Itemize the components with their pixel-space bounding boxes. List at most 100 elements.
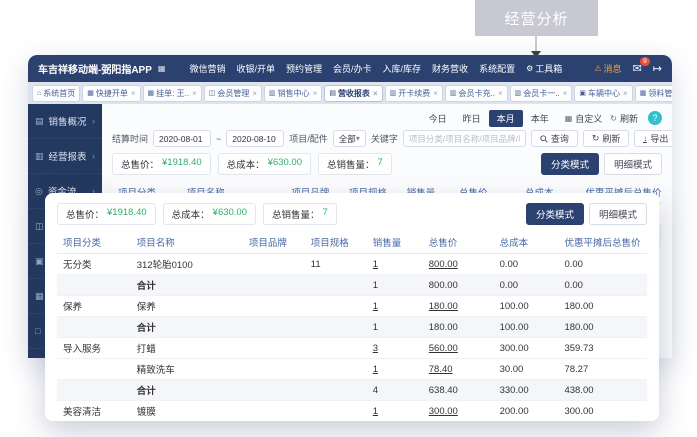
close-icon[interactable]: × <box>563 89 568 98</box>
quantity-link[interactable]: 1 <box>373 301 378 312</box>
tab-6[interactable]: ▤营收报表× <box>324 85 382 102</box>
table-cell <box>305 380 367 401</box>
logout-button[interactable]: ↦ <box>653 62 662 75</box>
tab-11[interactable]: ▦领料管理× <box>635 85 672 102</box>
close-icon[interactable]: × <box>498 89 503 98</box>
nav-item-label: 会员/办卡 <box>333 62 372 75</box>
table-cell: 无分类 <box>57 254 131 275</box>
custom-date-label: 自定义 <box>575 112 602 125</box>
table-cell <box>243 338 305 359</box>
total-cost-label: 总成本： <box>227 157 265 171</box>
price-link[interactable]: 78.40 <box>429 364 453 375</box>
keyword-input[interactable] <box>403 130 526 147</box>
table-cell: 359.73 <box>558 338 647 359</box>
sidebar-item-2[interactable]: ▥经营报表› <box>28 139 102 174</box>
quantity-link[interactable]: 1 <box>373 364 378 375</box>
quantity-link[interactable]: 1 <box>373 406 378 417</box>
detail-mode-button[interactable]: 明细模式 <box>604 153 662 175</box>
tab-2[interactable]: ▦快捷开单× <box>82 85 140 102</box>
date-from-input[interactable] <box>153 130 211 147</box>
tab-label: 营收报表 <box>338 88 370 99</box>
help-icon[interactable]: ? <box>648 111 662 125</box>
date-to-input[interactable] <box>226 130 284 147</box>
preset-昨日[interactable]: 昨日 <box>455 110 489 127</box>
callout-tag: 经营分析 <box>475 0 598 36</box>
close-icon[interactable]: × <box>252 89 257 98</box>
report-card: 总售价： ¥1918.40 总成本： ¥630.00 总销售量： 7 分类模式 … <box>45 193 659 421</box>
card-list-icon: ▥ <box>515 89 522 97</box>
subtotal-row: 合计4638.40330.00438.00 <box>57 380 647 401</box>
table-cell: 312轮胎0100 <box>131 254 243 275</box>
search-button[interactable]: 查询 <box>531 130 578 147</box>
category-select[interactable]: 全部 ▾ <box>333 130 366 147</box>
total-price-label: 总售价： <box>66 207 104 221</box>
table-cell <box>305 401 367 422</box>
table-cell: 1 <box>367 359 423 380</box>
tab-label: 领料管理 <box>648 88 672 99</box>
price-link[interactable]: 180.00 <box>429 301 458 312</box>
nav-item-7[interactable]: 系统配置 <box>479 62 515 75</box>
report-table-front: 项目分类项目名称项目品牌项目规格销售量总售价总成本优惠平摊后总售价无分类312轮… <box>57 231 647 421</box>
tab-3[interactable]: ▦挂单: 王..× <box>143 85 202 102</box>
nav-item-4[interactable]: 会员/办卡 <box>333 62 372 75</box>
nav-item-3[interactable]: 预约管理 <box>286 62 322 75</box>
sidebar-item-1[interactable]: ▤销售概况› <box>28 104 102 139</box>
tab-4[interactable]: ◫会员管理× <box>204 85 262 102</box>
sales-center-icon: ▥ <box>269 89 276 97</box>
custom-date-button[interactable]: ▦ 自定义 <box>565 112 603 125</box>
quantity-link[interactable]: 3 <box>373 343 378 354</box>
preset-今日[interactable]: 今日 <box>421 110 455 127</box>
nav-item-label: 收银/开单 <box>236 62 275 75</box>
refresh-link[interactable]: ↻ 刷新 <box>610 112 638 125</box>
preset-本月[interactable]: 本月 <box>489 110 523 127</box>
close-icon[interactable]: × <box>313 89 318 98</box>
close-icon[interactable]: × <box>192 89 197 98</box>
qr-grid-icon: ▦ <box>158 64 166 73</box>
quantity-link[interactable]: 1 <box>373 259 378 270</box>
table-cell: 1 <box>367 254 423 275</box>
price-link[interactable]: 300.00 <box>429 406 458 417</box>
nav-item-6[interactable]: 财务营收 <box>432 62 468 75</box>
refresh-button[interactable]: ↻ 刷新 <box>583 130 630 147</box>
mail-button[interactable]: ✉ 9 <box>633 62 642 75</box>
tab-8[interactable]: ▥会员卡充..× <box>445 85 508 102</box>
detail-mode-button[interactable]: 明细模式 <box>589 203 647 225</box>
nav-item-label: 财务营收 <box>432 62 468 75</box>
nav-item-5[interactable]: 入库/库存 <box>383 62 422 75</box>
total-price-chip: 总售价： ¥1918.40 <box>57 203 156 225</box>
price-link[interactable]: 560.00 <box>429 343 458 354</box>
nav-item-1[interactable]: 微信营销 <box>189 62 225 75</box>
table-cell <box>305 275 367 296</box>
preset-本年[interactable]: 本年 <box>523 110 557 127</box>
export-button[interactable]: ↓ 导出 <box>634 130 672 147</box>
tab-1[interactable]: ⌂系统首页 <box>32 85 80 102</box>
table-cell: 800.00 <box>423 254 494 275</box>
close-icon[interactable]: × <box>433 89 438 98</box>
tab-label: 销售中心 <box>278 88 310 99</box>
tab-5[interactable]: ▥销售中心× <box>264 85 322 102</box>
table-cell: 1 <box>367 401 423 422</box>
tab-7[interactable]: ▥开卡续费× <box>385 85 443 102</box>
total-cost-label: 总成本： <box>172 207 210 221</box>
tab-10[interactable]: ▣车辆中心× <box>574 85 632 102</box>
table-cell: 180.00 <box>558 296 647 317</box>
category-mode-button[interactable]: 分类模式 <box>541 153 599 175</box>
nav-item-2[interactable]: 收银/开单 <box>236 62 275 75</box>
messages-link[interactable]: ⚠ 消息 <box>594 62 621 75</box>
close-icon[interactable]: × <box>623 89 628 98</box>
total-price-chip: 总售价： ¥1918.40 <box>112 153 211 175</box>
price-link[interactable]: 800.00 <box>429 259 458 270</box>
refresh-button-label: 刷新 <box>602 132 620 145</box>
category-mode-button[interactable]: 分类模式 <box>526 203 584 225</box>
tab-9[interactable]: ▥会员卡一..× <box>510 85 573 102</box>
close-icon[interactable]: × <box>131 89 136 98</box>
tab-bar: ⌂系统首页▦快捷开单×▦挂单: 王..×◫会员管理×▥销售中心×▤营收报表×▥开… <box>28 82 672 104</box>
nav-right-cluster: ⚠ 消息 ✉ 9 ↦ <box>594 62 662 75</box>
nav-item-8[interactable]: ⚙工具箱 <box>526 62 562 75</box>
total-cost-chip: 总成本： ¥630.00 <box>218 153 311 175</box>
close-icon[interactable]: × <box>373 89 378 98</box>
refresh-icon: ↻ <box>592 133 600 144</box>
column-header: 项目规格 <box>305 231 367 254</box>
total-price-label: 总售价： <box>121 157 159 171</box>
revenue-report-icon: ▤ <box>329 89 336 97</box>
